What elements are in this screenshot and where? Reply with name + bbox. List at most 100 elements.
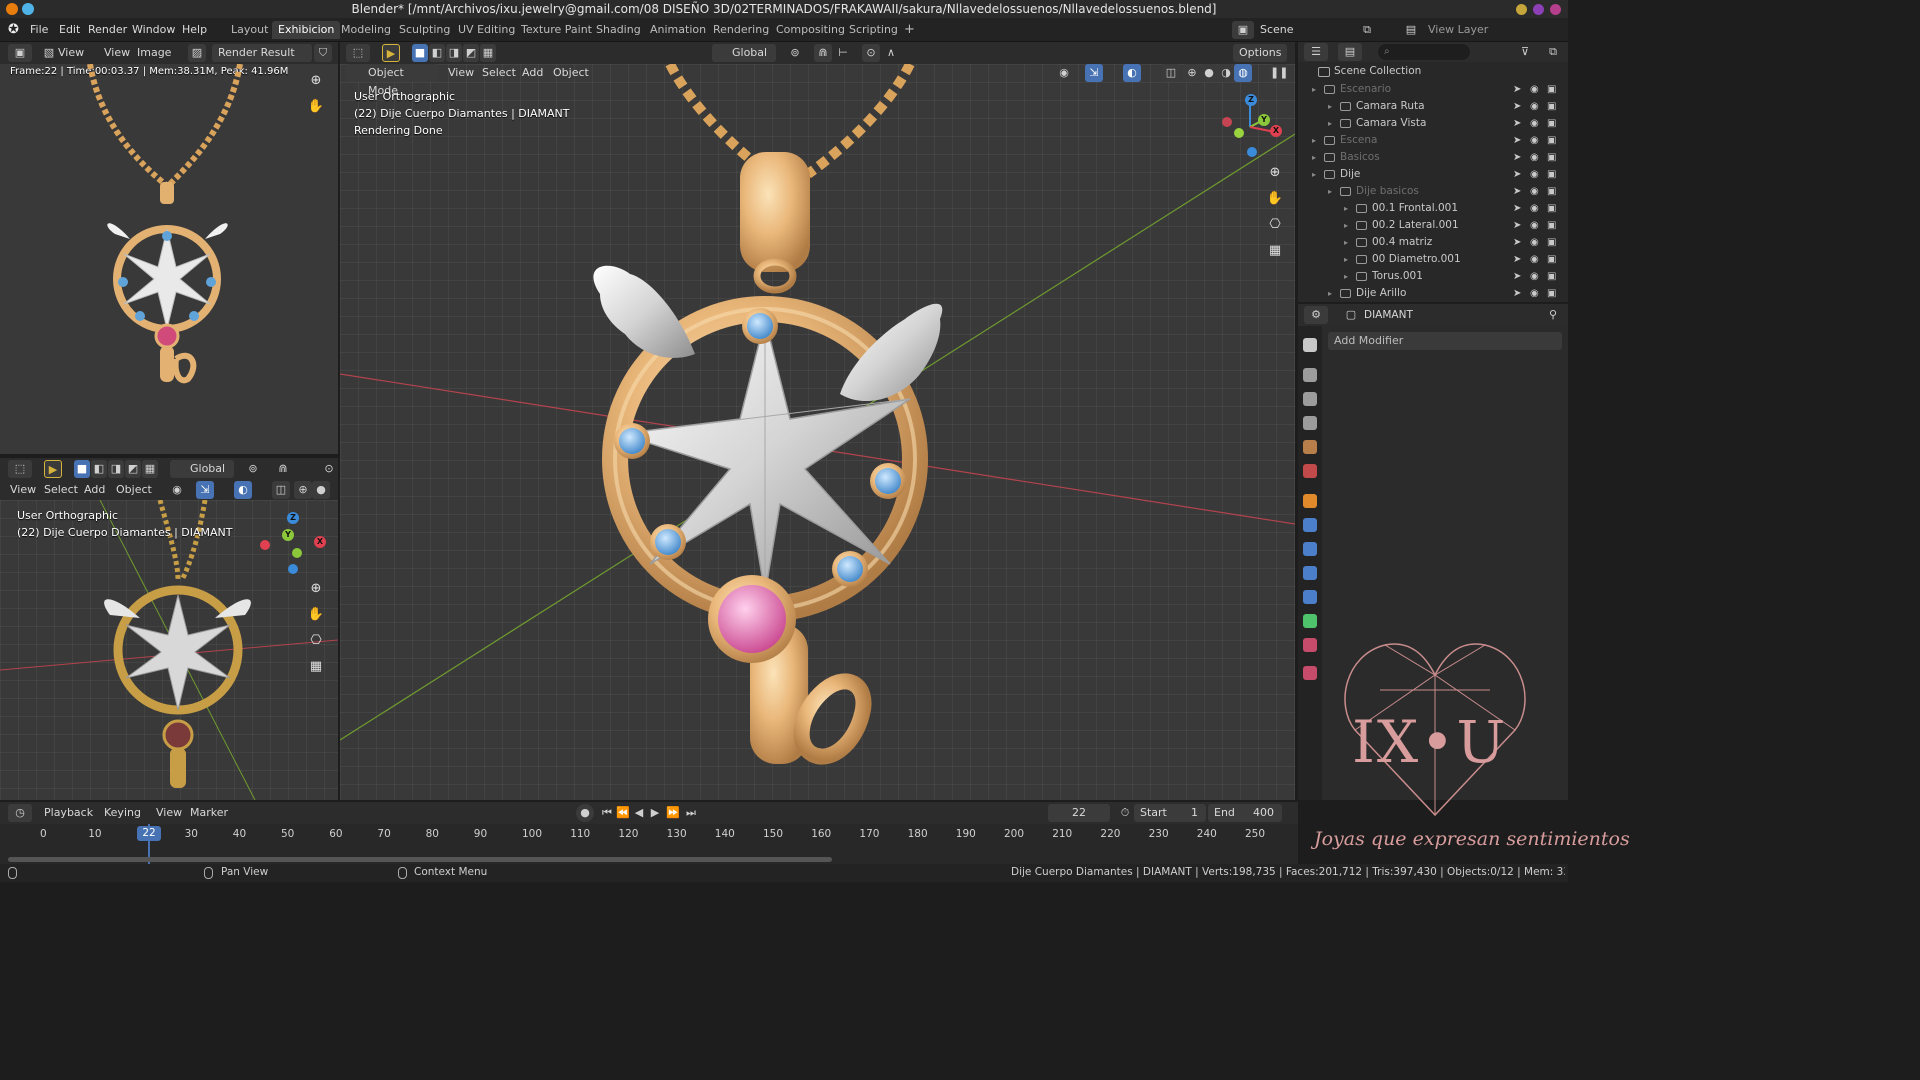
small-select-mode-1-icon[interactable]: ■ (74, 460, 90, 478)
jump-end-icon[interactable]: ⏭ (682, 804, 700, 822)
tab-scripting[interactable]: Scripting (843, 21, 904, 39)
small-gizmo-y[interactable]: Y (282, 529, 294, 541)
select-tool-icon[interactable]: ▶ (382, 44, 400, 62)
gizmo-x-axis[interactable]: X (1270, 125, 1282, 137)
main-3d-viewport[interactable]: Object Mode View Select Add Object ◉ ⇲ ◐… (340, 64, 1295, 800)
menu-playback[interactable]: Playback (40, 804, 97, 822)
next-key-icon[interactable]: ⏩ (664, 804, 682, 822)
small-select-mode-2-icon[interactable]: ◧ (91, 460, 107, 478)
expand-arrow-icon[interactable]: ▸ (1328, 98, 1332, 115)
close-button[interactable] (1550, 4, 1561, 15)
render-camera-icon[interactable]: ▣ (1547, 98, 1556, 115)
world-tab-icon[interactable] (1303, 464, 1317, 478)
render-camera-icon[interactable]: ▣ (1547, 81, 1556, 98)
small-editor-type-icon[interactable]: ⬚ (8, 460, 32, 478)
visibility-eye-icon[interactable]: ◉ (1530, 251, 1539, 268)
render-camera-icon[interactable]: ▣ (1547, 166, 1556, 183)
expand-arrow-icon[interactable]: ▸ (1312, 166, 1316, 183)
small-select-mode-5-icon[interactable]: ▦ (142, 460, 158, 478)
small-menu-view[interactable]: View (6, 481, 40, 499)
outliner-row[interactable]: ▸ 00.2 Lateral.001 ➤ ◉ ▣ (1298, 217, 1560, 234)
small-proportional-icon[interactable]: ⊙ (320, 460, 338, 478)
add-workspace-button[interactable]: + (898, 21, 921, 39)
blender-menu-icon[interactable]: ✪ (8, 23, 22, 37)
outliner-editor-icon[interactable]: ☰ (1304, 43, 1328, 61)
new-collection-icon[interactable]: ⧉ (1544, 43, 1562, 61)
scene-tab-icon[interactable] (1303, 440, 1317, 454)
select-arrow-icon[interactable]: ➤ (1513, 98, 1521, 115)
render-camera-icon[interactable]: ▣ (1547, 200, 1556, 217)
view-layer-icon[interactable]: ▤ (1402, 21, 1420, 39)
small-visibility-icon[interactable]: ◉ (168, 481, 186, 499)
visibility-eye-icon[interactable]: ◉ (1530, 166, 1539, 183)
render-camera-icon[interactable]: ▣ (1547, 149, 1556, 166)
snap-target-icon[interactable]: ⊢ (834, 44, 852, 62)
small-gizmo-neg-x[interactable] (260, 540, 270, 550)
outliner-row[interactable]: ▸ Escenario ➤ ◉ ▣ (1298, 81, 1560, 98)
timeline-track[interactable]: 0 10 230 40 50 60 70 80 90 100 110 120 130 140 150 160 1… (0, 824, 1298, 864)
visibility-eye-icon[interactable]: ◉ (1530, 149, 1539, 166)
camera-view-icon[interactable]: ⎔ (1264, 214, 1286, 236)
expand-arrow-icon[interactable]: ▸ (1344, 234, 1348, 251)
record-icon[interactable]: ● (576, 804, 594, 822)
minimize-button[interactable] (1516, 4, 1527, 15)
ortho-toggle-icon[interactable]: ▦ (1264, 240, 1286, 262)
expand-arrow-icon[interactable]: ▸ (1328, 115, 1332, 132)
select-arrow-icon[interactable]: ➤ (1513, 183, 1521, 200)
scene-name[interactable]: Scene (1256, 21, 1298, 39)
tab-exhibicion[interactable]: Exhibicion (272, 21, 341, 39)
small-select-tool-icon[interactable]: ▶ (44, 460, 62, 478)
select-arrow-icon[interactable]: ➤ (1513, 115, 1521, 132)
add-modifier-dropdown[interactable]: Add Modifier (1328, 332, 1562, 350)
play-icon[interactable]: ▶ (646, 804, 664, 822)
tab-texture-paint[interactable]: Texture Paint (515, 21, 598, 39)
small-gizmo-z[interactable]: Z (287, 512, 299, 524)
menu-edit[interactable]: Edit (55, 22, 84, 38)
small-menu-object[interactable]: Object (112, 481, 156, 499)
visibility-eye-icon[interactable]: ◉ (1530, 183, 1539, 200)
gizmo-neg-z[interactable] (1247, 147, 1257, 157)
small-gizmo-neg-y[interactable] (292, 548, 302, 558)
filter-icon[interactable]: ⊽ (1516, 43, 1534, 61)
small-menu-select[interactable]: Select (40, 481, 82, 499)
display-mode-icon[interactable]: ▤ (1338, 43, 1362, 61)
tab-modeling[interactable]: Modeling (335, 21, 397, 39)
select-mode-4-icon[interactable]: ◩ (463, 44, 479, 62)
image-browse-icon[interactable]: ▨ (188, 44, 206, 62)
small-pan-icon[interactable]: ✋ (305, 604, 327, 626)
render-camera-icon[interactable]: ▣ (1547, 285, 1556, 302)
render-camera-icon[interactable]: ▣ (1547, 132, 1556, 149)
render-pan-icon[interactable]: ✋ (305, 96, 327, 118)
small-transform-orientation[interactable]: Global (170, 460, 234, 478)
visibility-eye-icon[interactable]: ◉ (1530, 200, 1539, 217)
outliner-row[interactable]: ▸ Camara Vista ➤ ◉ ▣ (1298, 115, 1560, 132)
render-camera-icon[interactable]: ▣ (1547, 251, 1556, 268)
tab-animation[interactable]: Animation (644, 21, 712, 39)
visibility-eye-icon[interactable]: ◉ (1530, 234, 1539, 251)
menu-marker[interactable]: Marker (186, 804, 232, 822)
scene-selector-icon[interactable]: ▣ (1232, 21, 1254, 39)
small-snap-icon[interactable]: ⋒ (274, 460, 292, 478)
select-arrow-icon[interactable]: ➤ (1513, 166, 1521, 183)
visibility-eye-icon[interactable]: ◉ (1530, 285, 1539, 302)
render-tab-icon[interactable] (1303, 368, 1317, 382)
small-3d-viewport[interactable]: User Orthographic (22) Dije Cuerpo Diama… (0, 500, 338, 800)
outliner-row[interactable]: ▸ 00.1 Frontal.001 ➤ ◉ ▣ (1298, 200, 1560, 217)
render-camera-icon[interactable]: ▣ (1547, 183, 1556, 200)
particles-tab-icon[interactable] (1303, 542, 1317, 556)
modifier-tab-icon[interactable] (1303, 518, 1317, 532)
small-gizmo-x[interactable]: X (314, 536, 326, 548)
visibility-eye-icon[interactable]: ◉ (1530, 217, 1539, 234)
pan-icon[interactable]: ✋ (1264, 188, 1286, 210)
select-arrow-icon[interactable]: ➤ (1513, 234, 1521, 251)
expand-arrow-icon[interactable]: ▸ (1344, 200, 1348, 217)
options-dropdown[interactable]: Options (1233, 44, 1288, 62)
select-arrow-icon[interactable]: ➤ (1513, 268, 1521, 285)
expand-arrow-icon[interactable]: ▸ (1344, 268, 1348, 285)
outliner-row[interactable]: ▸ Dije Arillo ➤ ◉ ▣ (1298, 285, 1560, 302)
small-select-mode-4-icon[interactable]: ◩ (125, 460, 141, 478)
tab-rendering[interactable]: Rendering (707, 21, 775, 39)
outliner-search-field[interactable]: ⌕ (1378, 44, 1470, 60)
select-arrow-icon[interactable]: ➤ (1513, 149, 1521, 166)
tab-layout[interactable]: Layout (225, 21, 274, 39)
